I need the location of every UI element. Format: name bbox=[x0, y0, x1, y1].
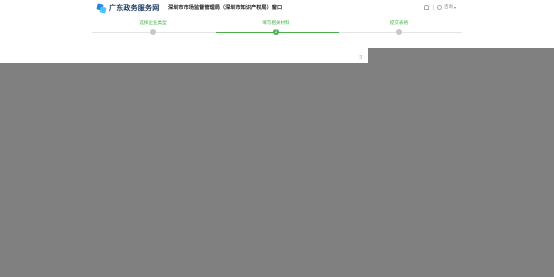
step-dot-2: 2 bbox=[273, 29, 279, 35]
step-label-1: 选择企业类型 bbox=[139, 21, 167, 26]
page-title: 深圳市市场监督管理局（深圳市知识产权局）窗口 bbox=[168, 5, 283, 11]
drag-handle-icon[interactable]: ⠿ bbox=[359, 55, 363, 61]
step-dot-1 bbox=[150, 29, 156, 35]
step-label-2: 填写相关材料 bbox=[262, 21, 290, 26]
site-logo[interactable]: 广东政务服务网 bbox=[96, 2, 160, 14]
top-header: 广东政务服务网 深圳市市场监督管理局（深圳市知识产权局）窗口 咨询 ▾ bbox=[0, 0, 554, 16]
user-menu[interactable]: 咨询 ▾ bbox=[437, 4, 456, 10]
logo-text: 广东政务服务网 bbox=[109, 4, 160, 12]
step-dot-3 bbox=[396, 29, 402, 35]
header-divider bbox=[433, 5, 434, 10]
user-icon bbox=[437, 4, 442, 10]
step-line-before-1 bbox=[92, 32, 153, 33]
logo-icon bbox=[96, 2, 107, 14]
chevron-down-icon: ▾ bbox=[454, 4, 457, 10]
step-line-1-2 bbox=[153, 32, 216, 33]
modal-overlay-top[interactable] bbox=[368, 48, 554, 64]
notification-bell-icon[interactable] bbox=[424, 5, 429, 10]
progress-steps: 选择企业类型 填写相关材料 2 提交表格 bbox=[92, 18, 462, 40]
modal-overlay[interactable] bbox=[0, 63, 554, 277]
user-menu-label: 咨询 bbox=[444, 5, 453, 10]
step-label-3: 提交表格 bbox=[389, 21, 409, 26]
